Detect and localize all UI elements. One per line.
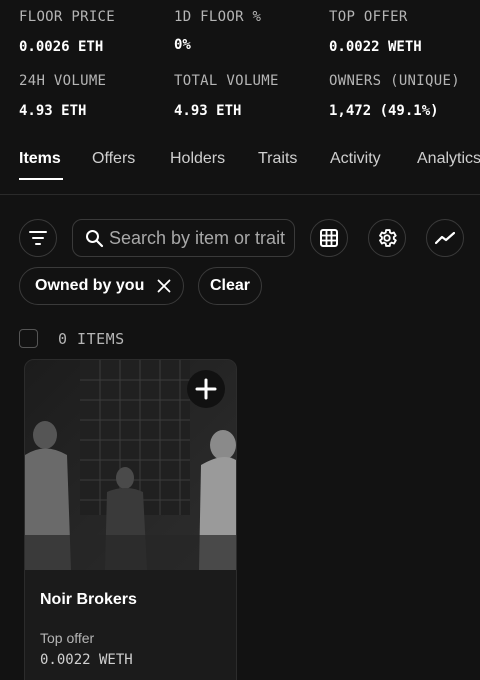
search-input[interactable] <box>109 220 291 256</box>
stat-24h-volume: 24H VOLUME 4.93 ETH <box>19 73 107 119</box>
stat-label: 24H VOLUME <box>19 73 107 89</box>
trend-line-icon <box>435 231 455 245</box>
top-offer-label: Top offer <box>40 630 95 646</box>
filter-button[interactable] <box>19 219 57 257</box>
add-to-cart-button[interactable] <box>187 370 225 408</box>
stat-label: 1D FLOOR % <box>174 9 262 25</box>
active-tab-indicator <box>19 178 63 180</box>
stat-label: FLOOR PRICE <box>19 9 116 25</box>
gear-icon <box>379 229 397 247</box>
stat-floor-price: FLOOR PRICE 0.0026 ETH <box>19 9 116 55</box>
stat-value: 4.93 ETH <box>174 103 242 119</box>
stat-label: TOP OFFER <box>329 9 408 25</box>
clear-label: Clear <box>209 277 251 294</box>
stat-label: TOTAL VOLUME <box>174 73 279 89</box>
stat-value: 1,472 (49.1%) <box>329 103 439 119</box>
top-offer-value: 0.0022 WETH <box>40 652 133 668</box>
stat-total-volume: TOTAL VOLUME 4.93 ETH <box>174 73 279 119</box>
stat-top-offer: TOP OFFER 0.0022 WETH <box>329 9 422 55</box>
stat-1d-floor: 1D FLOOR % 0% <box>174 9 262 53</box>
grid-view-button[interactable] <box>310 219 348 257</box>
tab-items[interactable]: Items <box>19 150 61 168</box>
plus-icon <box>195 378 217 400</box>
clear-filters-button[interactable]: Clear <box>198 267 262 305</box>
tab-holders[interactable]: Holders <box>170 150 225 168</box>
stat-value: 4.93 ETH <box>19 103 87 119</box>
stat-owners: OWNERS (UNIQUE) 1,472 (49.1%) <box>329 73 460 119</box>
tab-offers[interactable]: Offers <box>92 150 135 168</box>
tab-bar: Items Offers Holders Traits Activity Ana… <box>0 144 480 195</box>
nft-card[interactable]: Noir Brokers Top offer 0.0022 WETH <box>24 359 237 680</box>
select-all-checkbox[interactable] <box>19 329 38 348</box>
grid-icon <box>320 229 338 247</box>
filter-icon <box>29 231 47 245</box>
chip-label: Owned by you <box>35 277 145 294</box>
nft-image <box>25 360 236 570</box>
tab-traits[interactable]: Traits <box>258 150 297 168</box>
analytics-chart-button[interactable] <box>426 219 464 257</box>
stat-value: 0.0026 ETH <box>19 39 104 55</box>
search-icon <box>86 230 104 248</box>
tab-analytics[interactable]: Analytics <box>417 150 480 168</box>
items-count: 0 ITEMS <box>58 330 125 348</box>
stat-label: OWNERS (UNIQUE) <box>329 73 460 89</box>
settings-button[interactable] <box>368 219 406 257</box>
tab-activity[interactable]: Activity <box>330 150 381 168</box>
stat-value: 0.0022 WETH <box>329 39 422 55</box>
close-icon[interactable] <box>157 279 171 293</box>
owned-by-you-chip[interactable]: Owned by you <box>19 267 184 305</box>
nft-title: Noir Brokers <box>40 591 137 608</box>
stat-value: 0% <box>174 37 191 53</box>
search-box <box>72 219 295 257</box>
